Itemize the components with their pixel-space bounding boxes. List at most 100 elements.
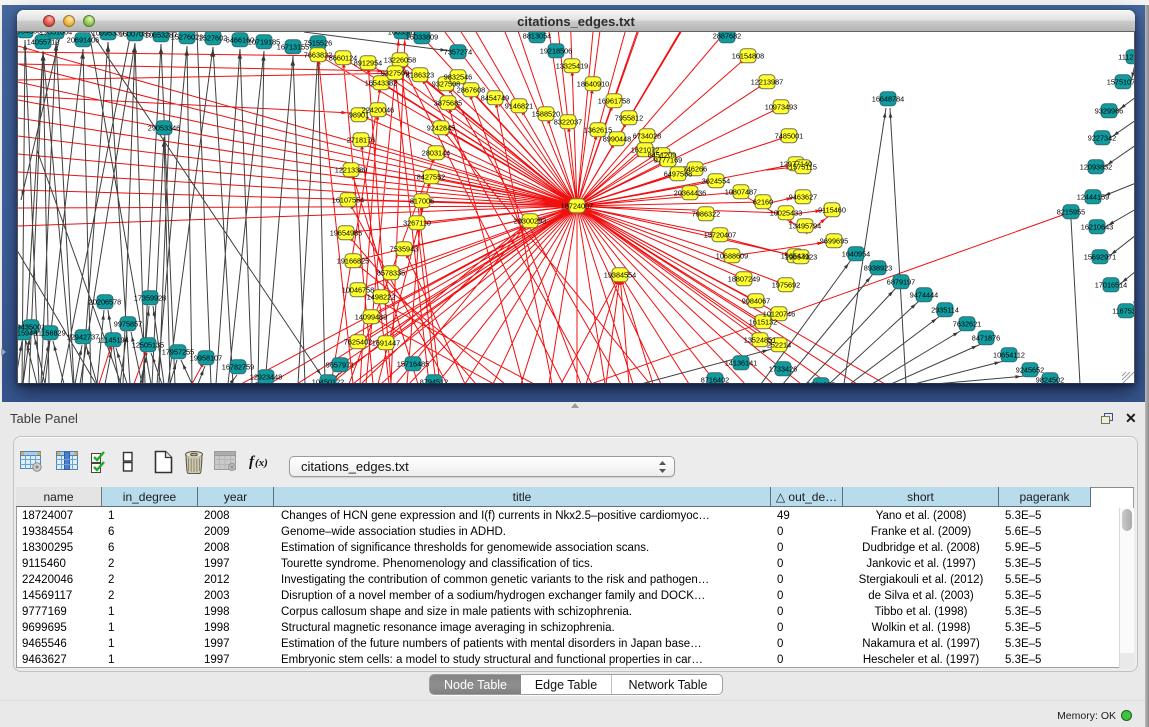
svg-text:9657971: 9657971 [326, 361, 354, 370]
svg-text:8186323: 8186323 [406, 71, 434, 80]
svg-text:9227342: 9227342 [1088, 134, 1116, 143]
svg-text:6879197: 6879197 [887, 278, 915, 287]
svg-text:1362615: 1362615 [584, 126, 612, 135]
svg-text:10025433: 10025433 [770, 209, 802, 218]
svg-text:18724007: 18724007 [561, 202, 593, 211]
svg-text:12505135: 12505135 [132, 341, 164, 350]
svg-text:7485001: 7485001 [775, 132, 803, 141]
svg-text:6734028: 6734028 [633, 132, 661, 141]
svg-text:16210643: 16210643 [1081, 223, 1113, 232]
svg-text:8794512: 8794512 [420, 378, 448, 385]
svg-text:12213389: 12213389 [335, 166, 367, 175]
svg-text:1575115: 1575115 [789, 163, 817, 172]
svg-text:11145194: 11145194 [97, 336, 128, 345]
svg-text:7986322: 7986322 [692, 210, 720, 219]
svg-text:10450122: 10450122 [312, 378, 344, 385]
svg-text:98901: 98901 [349, 111, 369, 120]
svg-text:12942737: 12942737 [67, 333, 99, 342]
svg-text:3875685: 3875685 [434, 99, 462, 108]
svg-text:8990448: 8990448 [603, 135, 631, 144]
svg-text:19218506: 19218506 [540, 47, 572, 56]
svg-text:3267110: 3267110 [403, 219, 431, 228]
svg-text:13325419: 13325419 [556, 62, 588, 71]
svg-text:1733426: 1733426 [769, 365, 797, 374]
svg-text:8813054: 8813054 [523, 32, 551, 41]
svg-text:9731055: 9731055 [807, 381, 835, 385]
svg-text:9327509: 9327509 [381, 69, 409, 78]
svg-text:252214: 252214 [767, 341, 791, 350]
svg-text:2718176: 2718176 [347, 136, 375, 145]
svg-text:9832546: 9832546 [444, 73, 472, 82]
svg-text:9242845: 9242845 [427, 124, 455, 133]
svg-text:10688609: 10688609 [716, 252, 748, 261]
svg-text:15692971: 15692971 [1084, 253, 1116, 262]
svg-text:9084067: 9084067 [742, 297, 770, 306]
svg-text:1615132: 1615132 [749, 318, 777, 327]
svg-text:9777169: 9777169 [654, 156, 682, 165]
svg-text:8215955: 8215955 [1057, 208, 1085, 217]
svg-text:16782759: 16782759 [222, 363, 254, 372]
svg-text:18640910: 18640910 [577, 80, 609, 89]
svg-text:17016514: 17016514 [1095, 281, 1127, 290]
svg-text:19654985: 19654985 [330, 229, 362, 238]
svg-text:14099489: 14099489 [355, 313, 387, 322]
svg-text:10654112: 10654112 [993, 351, 1025, 360]
svg-text:13495794: 13495794 [789, 222, 821, 231]
svg-text:11156829: 11156829 [34, 329, 65, 338]
svg-text:10973493: 10973493 [765, 103, 797, 112]
svg-text:8912954: 8912954 [354, 59, 382, 68]
svg-text:19384554: 19384554 [604, 271, 636, 280]
svg-text:16961758: 16961758 [598, 97, 630, 106]
svg-text:3624554: 3624554 [702, 177, 730, 186]
svg-text:1167533: 1167533 [1112, 307, 1135, 316]
svg-text:1498222: 1498222 [367, 293, 395, 302]
svg-text:29053346: 29053346 [148, 124, 180, 133]
svg-text:20206578: 20206578 [89, 298, 121, 307]
svg-text:9975857: 9975857 [114, 320, 142, 329]
svg-text:16154808: 16154808 [732, 52, 764, 61]
svg-text:817006: 817006 [410, 197, 434, 206]
svg-text:2935114: 2935114 [931, 306, 959, 315]
svg-text:9463627: 9463627 [789, 193, 817, 202]
svg-text:7955812: 7955812 [615, 114, 643, 123]
svg-text:2803144: 2803144 [422, 149, 450, 158]
svg-text:7632621: 7632621 [953, 320, 981, 329]
svg-text:8578335: 8578335 [377, 269, 405, 278]
svg-text:8716402: 8716402 [701, 376, 729, 385]
svg-text:17359928: 17359928 [134, 294, 166, 303]
svg-text:9245652: 9245652 [1016, 366, 1044, 375]
svg-text:15720407: 15720407 [704, 231, 736, 240]
svg-text:19654923: 19654923 [785, 253, 817, 262]
svg-text:1691447: 1691447 [372, 339, 400, 348]
svg-text:13226058: 13226058 [384, 56, 416, 65]
svg-text:19166825: 19166825 [337, 257, 369, 266]
svg-text:7535943: 7535943 [390, 245, 418, 254]
svg-text:8938923: 8938923 [864, 264, 892, 273]
svg-text:1603381: 1603381 [388, 32, 416, 37]
svg-text:1640954: 1640954 [842, 250, 870, 259]
svg-text:7357274: 7357274 [444, 48, 472, 57]
svg-text:9474444: 9474444 [910, 291, 938, 300]
svg-text:19958107: 19958107 [190, 354, 222, 363]
svg-text:8322037: 8322037 [554, 118, 582, 127]
svg-text:10807487: 10807487 [725, 188, 757, 197]
svg-text:20364436: 20364436 [674, 189, 706, 198]
svg-text:9824502: 9824502 [1036, 376, 1064, 385]
svg-text:14055712: 14055712 [27, 38, 59, 47]
svg-text:7625402: 7625402 [344, 338, 372, 347]
svg-text:11123056: 11123056 [1118, 53, 1135, 62]
svg-text:16543382: 16543382 [365, 79, 397, 88]
svg-text:16107554: 16107554 [332, 196, 364, 205]
svg-text:8471876: 8471876 [972, 334, 1000, 343]
svg-text:746266: 746266 [683, 165, 707, 174]
svg-text:15751074: 15751074 [1107, 78, 1135, 87]
svg-text:9699695: 9699695 [820, 237, 848, 246]
svg-text:7515526: 7515526 [304, 39, 332, 48]
svg-text:12093832: 12093832 [1080, 163, 1112, 172]
svg-text:15716485: 15716485 [397, 360, 429, 369]
svg-text:1527602: 1527602 [199, 34, 227, 43]
svg-text:29300293: 29300293 [514, 217, 546, 226]
svg-text:12054308: 12054308 [18, 32, 41, 36]
svg-text:10719185: 10719185 [248, 38, 280, 47]
svg-text:9115460: 9115460 [818, 206, 846, 215]
